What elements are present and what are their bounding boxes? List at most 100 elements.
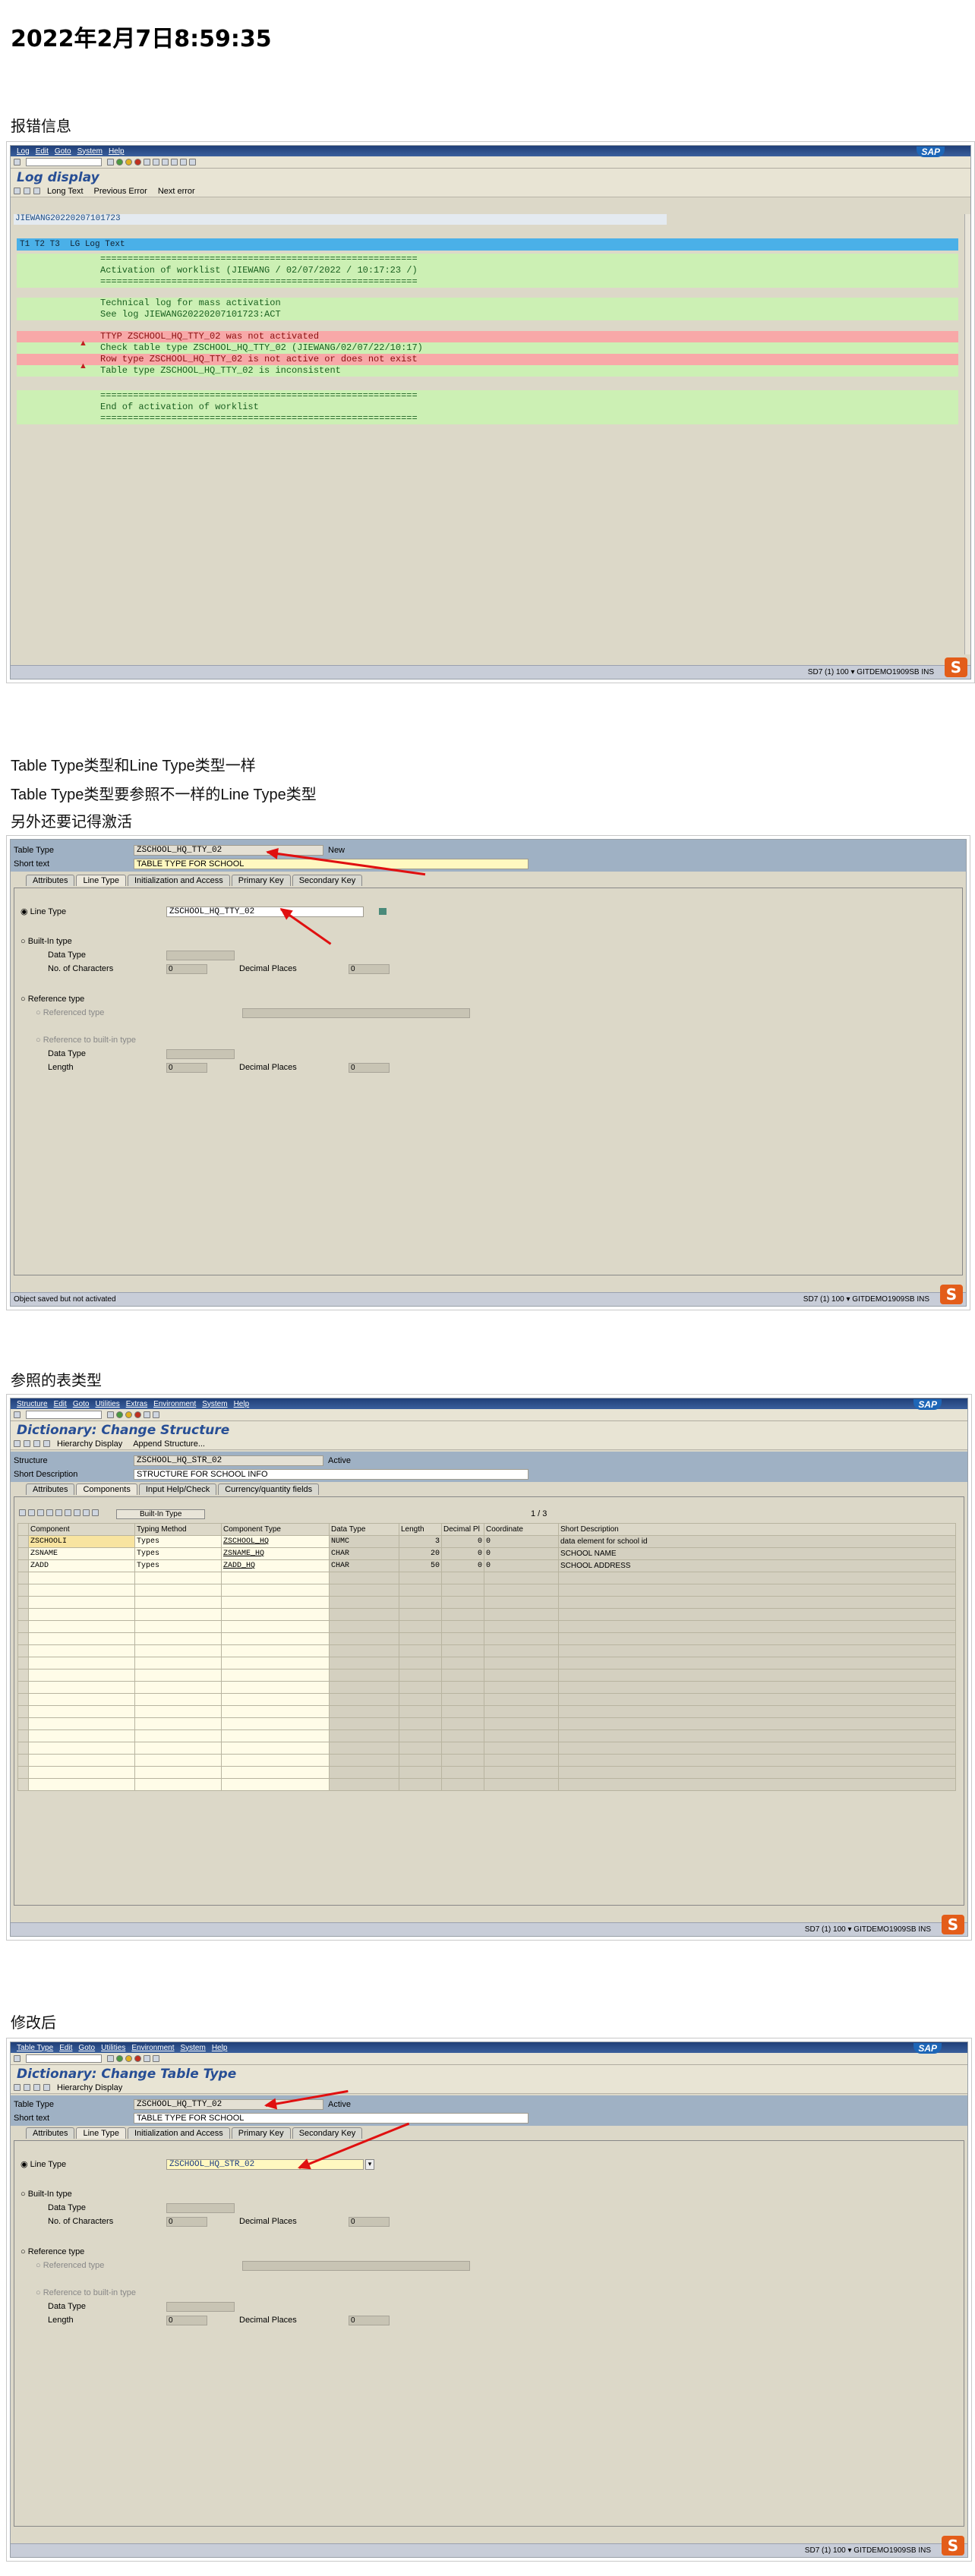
new-icon[interactable] <box>83 1509 90 1516</box>
col-length[interactable]: Length <box>399 1523 442 1536</box>
long-text-button[interactable]: Long Text <box>43 186 87 197</box>
check-icon[interactable] <box>33 1440 40 1447</box>
table-row[interactable]: ZADD Types ZADD_HQ CHAR 50 0 0 SCHOOL AD… <box>17 1559 956 1572</box>
menu-table-type[interactable]: Table Type <box>17 2044 53 2052</box>
menu-goto[interactable]: Goto <box>78 2044 95 2052</box>
tab-primary-key[interactable]: Primary Key <box>231 875 291 886</box>
cell-component-type[interactable]: ZSCHOOL_HQ <box>221 1535 330 1548</box>
field-structure[interactable]: ZSCHOOL_HQ_STR_02 <box>134 1455 323 1466</box>
table-row-empty[interactable] <box>17 1681 956 1694</box>
field-short-text[interactable]: TABLE TYPE FOR SCHOOL <box>134 2113 529 2124</box>
menu-edit[interactable]: Edit <box>54 1400 67 1408</box>
table-row-empty[interactable] <box>17 1620 956 1633</box>
cancel-icon[interactable] <box>134 1411 141 1418</box>
exit-icon[interactable] <box>125 1411 132 1418</box>
display-change-icon[interactable] <box>24 1440 30 1447</box>
activate-icon[interactable] <box>43 2084 50 2091</box>
paste-icon[interactable] <box>55 1509 62 1516</box>
menu-system[interactable]: System <box>202 1400 227 1408</box>
tab-initialization[interactable]: Initialization and Access <box>127 2127 230 2139</box>
table-row-empty[interactable] <box>17 1693 956 1706</box>
table-row-empty[interactable] <box>17 1657 956 1670</box>
table-row-empty[interactable] <box>17 1608 956 1621</box>
field-short-desc[interactable]: STRUCTURE FOR SCHOOL INFO <box>134 1469 529 1480</box>
table-row-empty[interactable] <box>17 1766 956 1779</box>
table-row-empty[interactable] <box>17 1778 956 1791</box>
tab-primary-key[interactable]: Primary Key <box>231 2127 291 2139</box>
filter-icon[interactable] <box>24 188 30 194</box>
tab-initialization[interactable]: Initialization and Access <box>127 875 230 886</box>
hierarchy-display-button[interactable]: Hierarchy Display <box>53 1439 126 1449</box>
table-row-empty[interactable] <box>17 1742 956 1755</box>
save-icon[interactable] <box>107 159 114 166</box>
tab-secondary-key[interactable]: Secondary Key <box>292 875 363 886</box>
tab-components[interactable]: Components <box>76 1483 137 1495</box>
prev-page-icon[interactable] <box>171 159 178 166</box>
radio-referenced-type[interactable]: ○ Referenced type <box>36 1008 104 1017</box>
print-icon[interactable] <box>144 1411 150 1418</box>
col-coordinate[interactable]: Coordinate <box>484 1523 559 1536</box>
radio-builtin-type[interactable]: ○ Built-In type <box>21 2190 72 2199</box>
field-line-type[interactable]: ZSCHOOL_HQ_STR_02 <box>166 2159 364 2170</box>
next-page-icon[interactable] <box>180 159 187 166</box>
exit-icon[interactable] <box>125 159 132 166</box>
command-field[interactable] <box>26 1411 102 1419</box>
back-icon[interactable] <box>116 1411 123 1418</box>
delete-row-icon[interactable] <box>28 1509 35 1516</box>
col-decimal[interactable]: Decimal Pl <box>441 1523 484 1536</box>
first-page-icon[interactable] <box>162 159 169 166</box>
table-row-empty[interactable] <box>17 1669 956 1682</box>
radio-line-type[interactable]: ◉ Line Type <box>21 2159 66 2169</box>
menu-utilities[interactable]: Utilities <box>101 2044 125 2052</box>
copy-icon[interactable] <box>46 1509 53 1516</box>
table-row-empty[interactable] <box>17 1584 956 1597</box>
back-icon[interactable] <box>116 159 123 166</box>
cell-component-type[interactable]: ZSNAME_HQ <box>221 1547 330 1560</box>
radio-ref-builtin[interactable]: ○ Reference to built-in type <box>36 2288 136 2297</box>
table-row-empty[interactable] <box>17 1754 956 1767</box>
exit-icon[interactable] <box>125 2055 132 2062</box>
menu-environment[interactable]: Environment <box>153 1400 196 1408</box>
command-field[interactable] <box>26 2054 102 2063</box>
save-icon[interactable] <box>107 2055 114 2062</box>
menu-system[interactable]: System <box>77 147 103 156</box>
col-short-description[interactable]: Short Description <box>558 1523 956 1536</box>
radio-reference-type[interactable]: ○ Reference type <box>21 2247 84 2256</box>
search-icon[interactable] <box>92 1509 99 1516</box>
insert-row-icon[interactable] <box>19 1509 26 1516</box>
cell-typing[interactable]: Types <box>134 1559 222 1572</box>
cell-component[interactable]: ZSNAME <box>28 1547 135 1560</box>
table-row-empty[interactable] <box>17 1717 956 1730</box>
menu-help[interactable]: Help <box>234 1400 250 1408</box>
print-icon[interactable] <box>144 159 150 166</box>
check-icon[interactable] <box>33 2084 40 2091</box>
col-component-type[interactable]: Component Type <box>221 1523 330 1536</box>
menu-log[interactable]: Log <box>17 147 30 156</box>
tab-input-help[interactable]: Input Help/Check <box>138 1483 217 1495</box>
table-row-empty[interactable] <box>17 1644 956 1657</box>
enter-icon[interactable] <box>14 159 21 166</box>
menu-extras[interactable]: Extras <box>126 1400 147 1408</box>
detail-icon[interactable] <box>14 188 21 194</box>
tab-line-type[interactable]: Line Type <box>76 2127 126 2139</box>
cell-component-type[interactable]: ZADD_HQ <box>221 1559 330 1572</box>
undo-icon[interactable] <box>65 1509 71 1516</box>
table-row[interactable]: ZSCHOOLI Types ZSCHOOL_HQ NUMC 3 0 0 dat… <box>17 1535 956 1548</box>
builtin-type-button[interactable]: Built-In Type <box>116 1509 206 1519</box>
value-help-icon[interactable]: ▾ <box>365 2159 374 2170</box>
back-nav-icon[interactable] <box>14 1440 21 1447</box>
menu-help[interactable]: Help <box>212 2044 228 2052</box>
menu-edit[interactable]: Edit <box>36 147 49 156</box>
last-page-icon[interactable] <box>189 159 196 166</box>
cell-component[interactable]: ZADD <box>28 1559 135 1572</box>
radio-builtin-type[interactable]: ○ Built-In type <box>21 937 72 946</box>
radio-ref-builtin[interactable]: ○ Reference to built-in type <box>36 1036 136 1045</box>
menu-environment[interactable]: Environment <box>131 2044 174 2052</box>
display-change-icon[interactable] <box>24 2084 30 2091</box>
menu-system[interactable]: System <box>180 2044 205 2052</box>
table-row[interactable]: ZSNAME Types ZSNAME_HQ CHAR 20 0 0 SCHOO… <box>17 1547 956 1560</box>
menu-goto[interactable]: Goto <box>55 147 71 156</box>
previous-error-button[interactable]: Previous Error <box>90 186 151 197</box>
radio-line-type[interactable]: ◉ Line Type <box>21 906 66 916</box>
find-icon[interactable] <box>153 2055 159 2062</box>
